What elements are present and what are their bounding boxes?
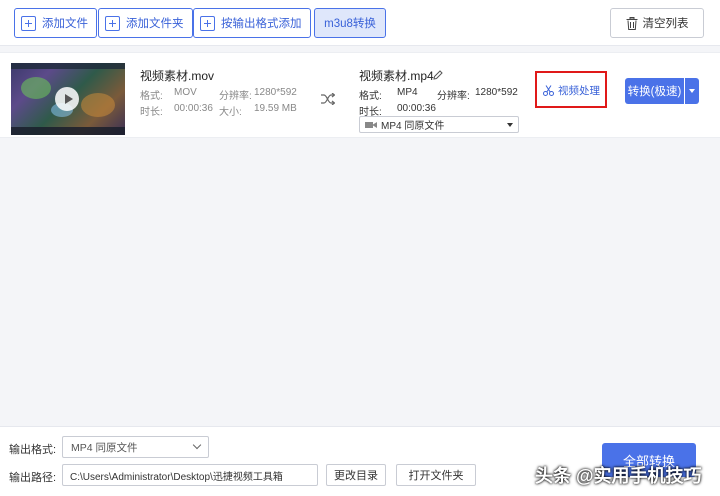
convert-button[interactable]: 转换(极速) bbox=[625, 78, 684, 104]
video-thumbnail[interactable] bbox=[11, 63, 125, 135]
output-resolution-label: 分辨率: bbox=[437, 91, 470, 102]
video-process-button[interactable]: 视频处理 bbox=[543, 80, 600, 100]
play-icon[interactable] bbox=[55, 87, 79, 111]
toolbar: 添加文件 添加文件夹 按输出格式添加 m3u8转换 清空列表 bbox=[0, 0, 720, 46]
output-format-value: MP4 bbox=[397, 87, 418, 98]
add-file-button[interactable]: 添加文件 bbox=[14, 8, 97, 38]
file-item: 视频素材.mov 格式: MOV 分辨率: 1280*592 时长: 00:00… bbox=[0, 52, 720, 138]
add-file-label: 添加文件 bbox=[42, 18, 88, 30]
source-file-name: 视频素材.mov bbox=[140, 69, 215, 83]
output-format-dropdown[interactable]: MP4 同原文件 bbox=[62, 436, 209, 458]
clear-list-label: 清空列表 bbox=[642, 18, 689, 30]
clear-list-button[interactable]: 清空列表 bbox=[610, 8, 704, 38]
add-folder-button[interactable]: 添加文件夹 bbox=[98, 8, 193, 38]
open-folder-label: 打开文件夹 bbox=[408, 470, 464, 482]
add-by-format-label: 按输出格式添加 bbox=[221, 18, 302, 30]
plus-icon bbox=[105, 15, 120, 31]
file-list: 视频素材.mov 格式: MOV 分辨率: 1280*592 时长: 00:00… bbox=[0, 46, 720, 426]
edit-icon[interactable] bbox=[433, 70, 443, 80]
convert-label: 转换(极速) bbox=[627, 86, 682, 98]
plus-icon bbox=[200, 15, 215, 31]
change-dir-label: 更改目录 bbox=[334, 470, 378, 482]
source-resolution-label: 分辨率: bbox=[219, 91, 252, 102]
source-format-label: 格式: bbox=[140, 91, 163, 102]
shuffle-icon bbox=[321, 93, 335, 105]
source-size-value: 19.59 MB bbox=[254, 103, 297, 114]
source-size-label: 大小: bbox=[219, 107, 242, 118]
output-resolution-value: 1280*592 bbox=[475, 87, 518, 98]
caret-down-icon bbox=[507, 123, 513, 127]
output-format-label: 格式: bbox=[359, 91, 382, 102]
output-path-field[interactable]: C:\Users\Administrator\Desktop\迅捷视频工具箱 bbox=[62, 464, 318, 486]
scissors-icon bbox=[543, 84, 554, 96]
output-path-label: 输出路径: bbox=[9, 472, 57, 484]
source-duration-label: 时长: bbox=[140, 107, 163, 118]
output-file-name: 视频素材.mp4 bbox=[359, 69, 434, 83]
video-camera-icon bbox=[365, 121, 377, 128]
change-dir-button[interactable]: 更改目录 bbox=[326, 464, 386, 486]
plus-icon bbox=[21, 15, 36, 31]
m3u8-convert-button[interactable]: m3u8转换 bbox=[314, 8, 386, 38]
output-duration-value: 00:00:36 bbox=[397, 103, 436, 114]
source-duration-value: 00:00:36 bbox=[174, 103, 213, 114]
output-format-select-value: MP4 同原文件 bbox=[381, 121, 445, 132]
output-format-label: 输出格式: bbox=[9, 444, 57, 456]
video-process-label: 视频处理 bbox=[558, 84, 600, 97]
output-format-select[interactable]: MP4 同原文件 bbox=[359, 116, 519, 133]
output-format-dropdown-value: MP4 同原文件 bbox=[71, 441, 138, 454]
open-folder-button[interactable]: 打开文件夹 bbox=[396, 464, 476, 486]
add-folder-label: 添加文件夹 bbox=[126, 18, 184, 30]
source-resolution-value: 1280*592 bbox=[254, 87, 297, 98]
source-format-value: MOV bbox=[174, 87, 197, 98]
add-by-format-button[interactable]: 按输出格式添加 bbox=[193, 8, 311, 38]
trash-icon bbox=[626, 16, 637, 30]
output-path-value: C:\Users\Administrator\Desktop\迅捷视频工具箱 bbox=[70, 471, 283, 483]
chevron-down-icon bbox=[192, 440, 202, 450]
convert-dropdown-button[interactable] bbox=[685, 78, 699, 104]
m3u8-convert-label: m3u8转换 bbox=[324, 18, 376, 30]
watermark: 头条 @实用手机技巧 bbox=[535, 466, 702, 486]
